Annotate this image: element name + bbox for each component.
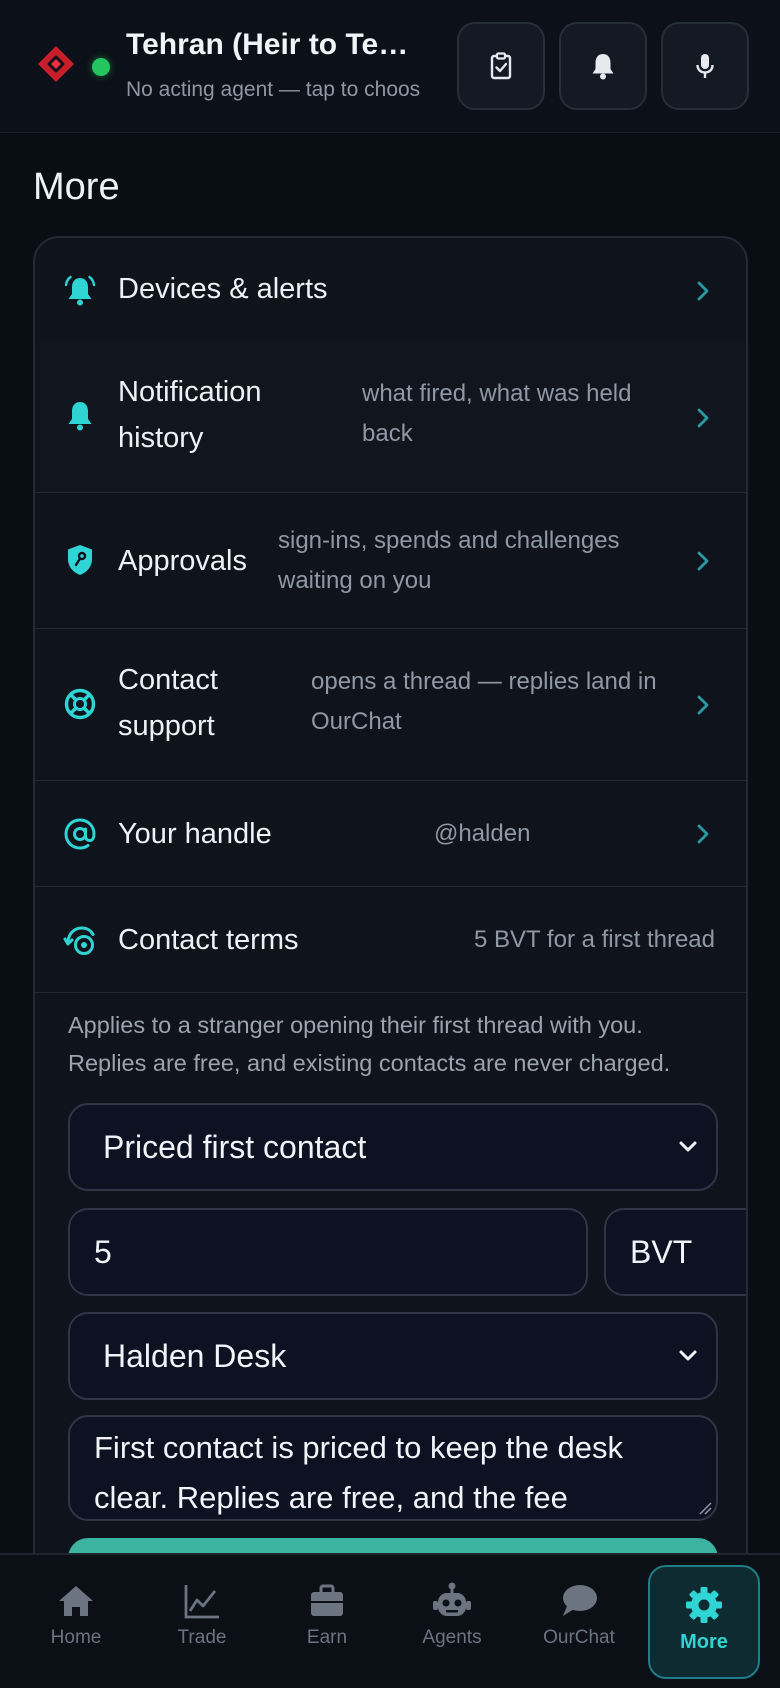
page-title: More [33, 166, 120, 208]
nav-label: Trade [177, 1627, 227, 1648]
chevron-down-icon [679, 1350, 697, 1361]
tasks-button[interactable] [457, 22, 545, 110]
currency-select[interactable]: BVT [604, 1208, 746, 1296]
price-amount-value: 5 [94, 1233, 112, 1270]
chevron-right-icon [697, 408, 709, 428]
contact-terms-summary: 5 BVT for a first thread [474, 926, 715, 953]
nav-more[interactable]: More [648, 1565, 760, 1679]
menu-item-hint: sign-ins, spends and challenges waiting … [278, 527, 620, 594]
contact-mode-value: Priced first contact [103, 1128, 367, 1165]
menu-item-label: Contact support [118, 664, 218, 742]
lifebuoy-icon [64, 688, 96, 720]
bell-icon [68, 402, 92, 431]
chevron-right-icon [697, 281, 709, 301]
acting-agent-hint[interactable]: No acting agent — tap to choos [126, 78, 433, 102]
online-status-indicator [92, 58, 110, 76]
currency-value: BVT [630, 1233, 693, 1270]
resize-handle-icon[interactable] [698, 1501, 712, 1515]
menu-item-label: Devices & alerts [118, 273, 328, 305]
nav-label: Agents [422, 1627, 482, 1648]
menu-item-your-handle[interactable]: Your handle @halden [35, 781, 746, 887]
contact-terms-description: Applies to a stranger opening their firs… [68, 1012, 671, 1076]
nav-ourchat[interactable]: OurChat [523, 1573, 635, 1669]
recipient-value: Halden Desk [103, 1337, 287, 1374]
app-header: Tehran (Heir to Te… No acting agent — ta… [0, 0, 780, 133]
account-title[interactable]: Tehran (Heir to Te… [126, 28, 436, 62]
bell-ring-icon [64, 275, 96, 306]
nav-home[interactable]: Home [20, 1573, 132, 1669]
coin-shield-icon [63, 926, 95, 955]
menu-item-notification-history[interactable]: Notification history what fired, what wa… [35, 343, 746, 493]
menu-item-contact-support[interactable]: Contact support opens a thread — replies… [35, 629, 746, 781]
voice-button[interactable] [661, 22, 749, 110]
nav-label: More [680, 1631, 728, 1653]
home-icon [59, 1586, 93, 1616]
menu-item-contact-terms[interactable]: Contact terms 5 BVT for a first thread [35, 887, 746, 993]
shield-key-icon [68, 545, 92, 575]
nav-label: OurChat [543, 1627, 615, 1648]
chart-line-icon [184, 1585, 219, 1619]
menu-item-devices-alerts[interactable]: Devices & alerts [35, 238, 746, 343]
nav-label: Home [50, 1627, 102, 1648]
terms-message-value: First contact is priced to keep the desk… [94, 1430, 623, 1515]
clipboard-check-icon [490, 52, 512, 80]
price-amount-input[interactable]: 5 [68, 1208, 588, 1296]
app-logo-icon[interactable] [36, 44, 76, 84]
nav-trade[interactable]: Trade [146, 1573, 258, 1669]
contact-mode-select[interactable]: Priced first contact [68, 1103, 718, 1191]
chevron-down-icon [679, 1141, 697, 1152]
chat-bubble-icon [563, 1585, 597, 1616]
chevron-right-icon [697, 551, 709, 571]
more-menu-card: Devices & alerts Notification history wh… [33, 236, 748, 1576]
menu-item-approvals[interactable]: Approvals sign-ins, spends and challenge… [35, 493, 746, 629]
nav-earn[interactable]: Earn [271, 1573, 383, 1669]
menu-item-label: Notification history [118, 376, 262, 454]
menu-item-hint: opens a thread — replies land in OurChat [311, 668, 657, 735]
at-sign-icon [64, 818, 96, 850]
nav-agents[interactable]: Agents [396, 1573, 508, 1669]
menu-item-hint: what fired, what was held back [362, 380, 632, 447]
bell-icon [592, 54, 614, 80]
gear-icon [686, 1587, 722, 1623]
handle-value: @halden [434, 820, 531, 847]
menu-item-label: Approvals [118, 545, 247, 577]
robot-icon [433, 1582, 471, 1616]
nav-label: Earn [306, 1627, 348, 1648]
menu-item-label: Contact terms [118, 924, 299, 956]
chevron-right-icon [697, 824, 709, 844]
terms-message-textarea[interactable]: First contact is priced to keep the desk… [68, 1415, 718, 1521]
briefcase-icon [311, 1584, 343, 1616]
bottom-navigation: Home Trade Earn Agents OurChat More [0, 1553, 780, 1688]
notifications-button[interactable] [559, 22, 647, 110]
recipient-select[interactable]: Halden Desk [68, 1312, 718, 1400]
microphone-icon [696, 54, 714, 78]
menu-item-label: Your handle [118, 818, 272, 850]
chevron-right-icon [697, 695, 709, 715]
